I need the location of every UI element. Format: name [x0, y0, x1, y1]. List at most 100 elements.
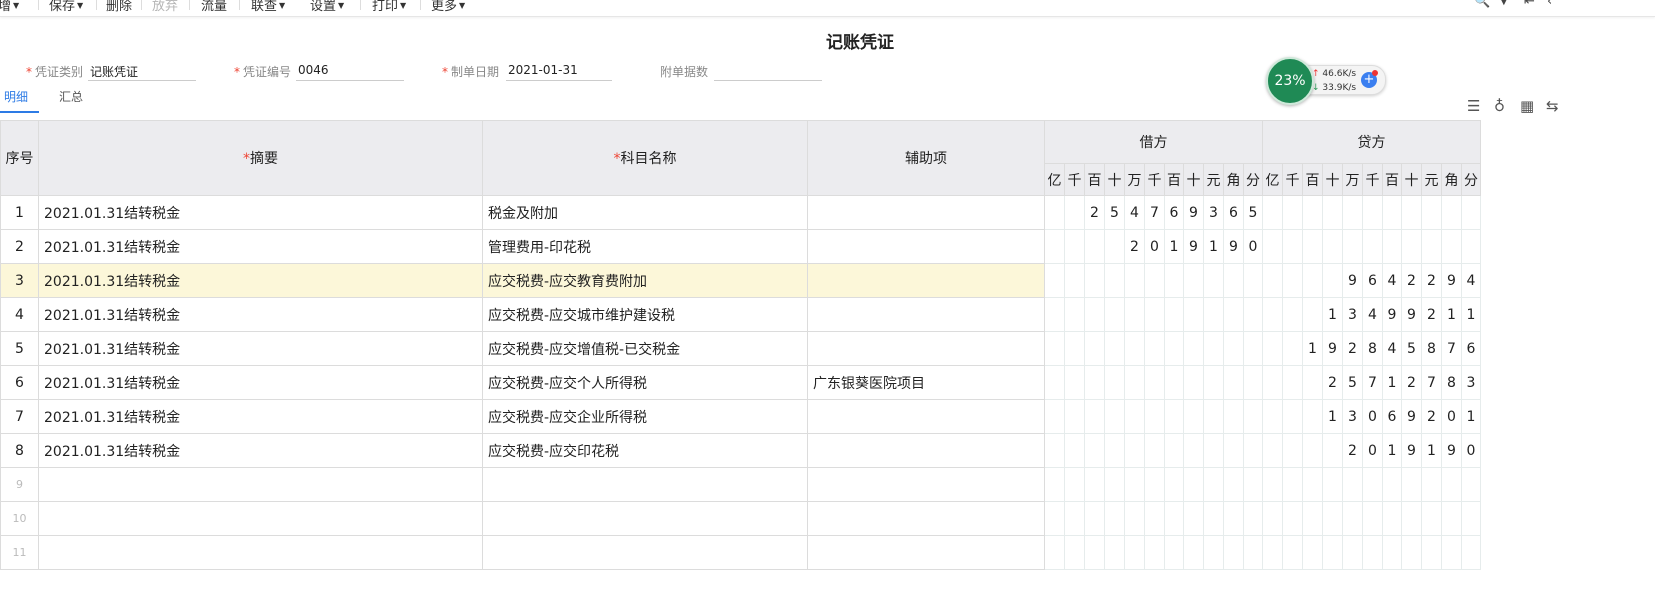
credit-digit-cell[interactable]: [1401, 467, 1422, 502]
summary-cell[interactable]: 2021.01.31结转税金: [38, 263, 483, 298]
credit-digit-cell[interactable]: [1461, 467, 1481, 502]
more-menu-button[interactable]: 更多 ▼: [431, 0, 465, 14]
account-cell[interactable]: 应交税费-应交城市维护建设税: [482, 297, 808, 332]
credit-digit-cell[interactable]: 1: [1382, 433, 1402, 468]
credit-digit-cell[interactable]: 9: [1342, 263, 1363, 298]
debit-digit-cell[interactable]: [1203, 399, 1224, 434]
account-cell[interactable]: 管理费用-印花税: [482, 229, 808, 264]
debit-digit-cell[interactable]: [1064, 263, 1085, 298]
credit-digit-cell[interactable]: [1362, 195, 1383, 230]
credit-digit-cell[interactable]: 2: [1322, 365, 1343, 400]
credit-digit-cell[interactable]: 8: [1362, 331, 1383, 366]
debit-digit-cell[interactable]: [1084, 399, 1105, 434]
debit-digit-cell[interactable]: [1064, 535, 1085, 570]
debit-digit-cell[interactable]: [1243, 365, 1263, 400]
credit-digit-cell[interactable]: [1282, 297, 1303, 332]
summary-cell[interactable]: [38, 501, 483, 536]
aux-cell[interactable]: [807, 195, 1045, 230]
credit-digit-cell[interactable]: [1342, 467, 1363, 502]
summary-cell[interactable]: 2021.01.31结转税金: [38, 433, 483, 468]
summary-cell[interactable]: [38, 535, 483, 570]
credit-digit-cell[interactable]: [1262, 399, 1283, 434]
debit-digit-cell[interactable]: 9: [1183, 195, 1204, 230]
debit-digit-cell[interactable]: [1124, 433, 1145, 468]
debit-digit-cell[interactable]: [1243, 535, 1263, 570]
credit-digit-cell[interactable]: 1: [1441, 297, 1462, 332]
credit-digit-cell[interactable]: 5: [1342, 365, 1363, 400]
table-row[interactable]: 8 2021.01.31结转税金 应交税费-应交印花税 2 0 1 9 1 9 0: [0, 433, 1481, 468]
credit-digit-cell[interactable]: [1421, 501, 1442, 536]
debit-digit-cell[interactable]: 5: [1243, 195, 1263, 230]
credit-digit-cell[interactable]: [1302, 467, 1323, 502]
debit-digit-cell[interactable]: [1183, 297, 1204, 332]
aux-cell[interactable]: [807, 501, 1045, 536]
credit-digit-cell[interactable]: [1441, 229, 1462, 264]
credit-digit-cell[interactable]: 6: [1362, 263, 1383, 298]
account-cell[interactable]: 应交税费-应交企业所得税: [482, 399, 808, 434]
debit-digit-cell[interactable]: [1064, 331, 1085, 366]
credit-digit-cell[interactable]: 9: [1441, 263, 1462, 298]
debit-digit-cell[interactable]: [1044, 535, 1065, 570]
debit-digit-cell[interactable]: 9: [1183, 229, 1204, 264]
debit-digit-cell[interactable]: [1203, 263, 1224, 298]
debit-digit-cell[interactable]: [1084, 535, 1105, 570]
credit-digit-cell[interactable]: [1302, 263, 1323, 298]
credit-digit-cell[interactable]: 3: [1461, 365, 1481, 400]
debit-digit-cell[interactable]: [1104, 263, 1125, 298]
print-menu-button[interactable]: 打印 ▼: [372, 0, 406, 14]
aux-cell[interactable]: [807, 331, 1045, 366]
credit-digit-cell[interactable]: [1262, 297, 1283, 332]
debit-digit-cell[interactable]: [1104, 399, 1125, 434]
debit-digit-cell[interactable]: [1223, 297, 1244, 332]
debit-digit-cell[interactable]: [1044, 365, 1065, 400]
credit-digit-cell[interactable]: [1322, 501, 1343, 536]
debit-digit-cell[interactable]: [1124, 535, 1145, 570]
credit-digit-cell[interactable]: [1282, 195, 1303, 230]
credit-digit-cell[interactable]: [1461, 501, 1481, 536]
credit-digit-cell[interactable]: [1362, 535, 1383, 570]
account-cell[interactable]: 应交税费-应交个人所得税: [482, 365, 808, 400]
credit-digit-cell[interactable]: 4: [1382, 263, 1402, 298]
credit-digit-cell[interactable]: 2: [1401, 263, 1422, 298]
credit-digit-cell[interactable]: [1382, 229, 1402, 264]
credit-digit-cell[interactable]: 9: [1401, 399, 1422, 434]
credit-digit-cell[interactable]: 9: [1322, 331, 1343, 366]
debit-digit-cell[interactable]: [1044, 433, 1065, 468]
flow-button[interactable]: 流量: [201, 0, 227, 14]
swap-icon[interactable]: ⇆: [1546, 97, 1559, 115]
table-row[interactable]: 11: [0, 535, 1481, 570]
credit-digit-cell[interactable]: [1302, 399, 1323, 434]
debit-digit-cell[interactable]: [1104, 501, 1125, 536]
credit-digit-cell[interactable]: 1: [1302, 331, 1323, 366]
credit-digit-cell[interactable]: [1401, 501, 1422, 536]
add-menu-button[interactable]: 增 ▼: [0, 0, 19, 14]
credit-digit-cell[interactable]: 9: [1401, 433, 1422, 468]
credit-digit-cell[interactable]: [1262, 365, 1283, 400]
credit-digit-cell[interactable]: [1441, 501, 1462, 536]
credit-digit-cell[interactable]: [1282, 433, 1303, 468]
debit-digit-cell[interactable]: [1124, 501, 1145, 536]
debit-digit-cell[interactable]: [1144, 331, 1165, 366]
credit-digit-cell[interactable]: 4: [1461, 263, 1481, 298]
debit-digit-cell[interactable]: [1144, 297, 1165, 332]
debit-digit-cell[interactable]: [1064, 229, 1085, 264]
aux-cell[interactable]: [807, 467, 1045, 502]
credit-digit-cell[interactable]: [1262, 535, 1283, 570]
debit-digit-cell[interactable]: 9: [1223, 229, 1244, 264]
credit-digit-cell[interactable]: 0: [1362, 399, 1383, 434]
entry-date-input[interactable]: 2021-01-31: [506, 63, 612, 81]
table-row[interactable]: 9: [0, 467, 1481, 502]
credit-digit-cell[interactable]: [1282, 535, 1303, 570]
credit-digit-cell[interactable]: [1282, 331, 1303, 366]
credit-digit-cell[interactable]: 1: [1382, 365, 1402, 400]
debit-digit-cell[interactable]: [1084, 467, 1105, 502]
credit-digit-cell[interactable]: 7: [1362, 365, 1383, 400]
debit-digit-cell[interactable]: [1124, 297, 1145, 332]
debit-digit-cell[interactable]: [1183, 263, 1204, 298]
debit-digit-cell[interactable]: [1243, 467, 1263, 502]
credit-digit-cell[interactable]: [1302, 297, 1323, 332]
credit-digit-cell[interactable]: 5: [1401, 331, 1422, 366]
credit-digit-cell[interactable]: 2: [1342, 331, 1363, 366]
summary-cell[interactable]: 2021.01.31结转税金: [38, 365, 483, 400]
entry-date-field[interactable]: * 制单日期 2021-01-31: [442, 63, 612, 81]
